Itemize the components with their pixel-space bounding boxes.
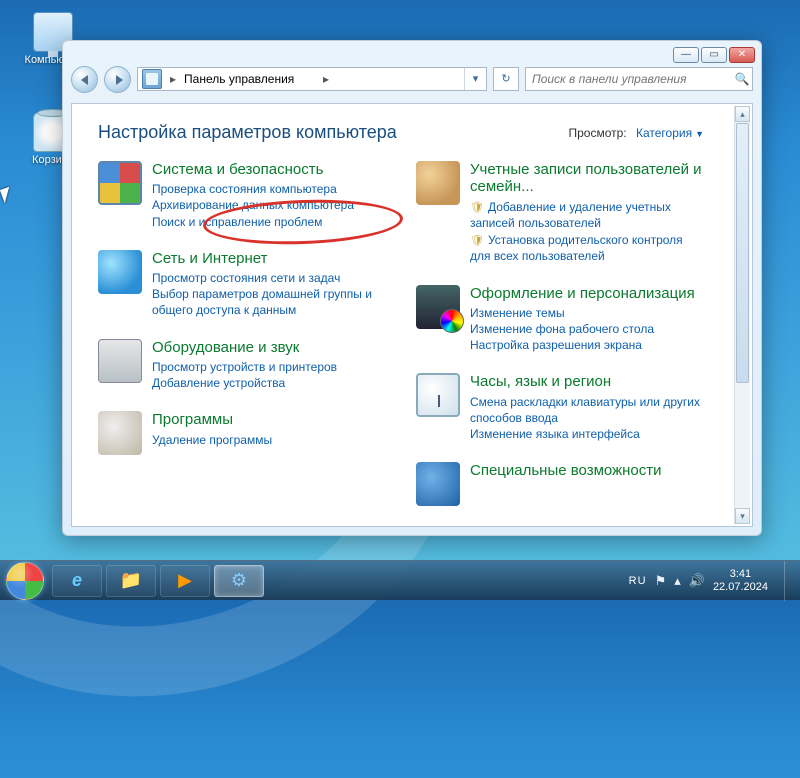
clock-date: 22.07.2024 (713, 581, 768, 593)
category-title[interactable]: Сеть и Интернет (152, 250, 388, 267)
minimize-button[interactable]: — (673, 47, 699, 63)
category-link[interactable]: Просмотр устройств и принтеров (152, 359, 337, 375)
category-column-right: Учетные записи пользователей и семейн...… (416, 161, 706, 506)
folder-icon: 📁 (120, 570, 142, 591)
personalization-icon (416, 285, 460, 329)
system-tray: RU ⚑ ▴ 🔊 3:41 22.07.2024 (629, 561, 794, 601)
address-history-dropdown[interactable]: ▾ (464, 68, 486, 90)
network-globe-icon (98, 250, 142, 294)
category-title[interactable]: Учетные записи пользователей и семейн... (470, 161, 706, 196)
category-network: Сеть и Интернет Просмотр состояния сети … (98, 250, 388, 319)
view-label: Просмотр: (568, 126, 626, 140)
refresh-button[interactable]: ↻ (493, 67, 519, 91)
navigation-bar: ▸ Панель управления ▸ ▾ ↻ 🔍 (71, 63, 753, 95)
page-title: Настройка параметров компьютера (98, 122, 397, 143)
category-link[interactable]: Добавление и удаление учетных записей по… (470, 199, 706, 232)
category-system-security: Система и безопасность Проверка состояни… (98, 161, 388, 230)
play-icon: ▶ (178, 570, 192, 591)
category-accessibility: Специальные возможности (416, 462, 706, 506)
start-button[interactable] (6, 562, 44, 600)
language-indicator[interactable]: RU (629, 575, 647, 587)
category-link[interactable]: Добавление устройства (152, 375, 337, 391)
taskbar-item-ie[interactable]: e (52, 565, 102, 597)
category-link[interactable]: Изменение темы (470, 305, 695, 321)
address-bar[interactable]: ▸ Панель управления ▸ ▾ (137, 67, 487, 91)
scroll-thumb[interactable] (736, 123, 749, 383)
accessibility-icon (416, 462, 460, 506)
tray-expand-icon[interactable]: ▴ (674, 573, 681, 589)
category-link[interactable]: Установка родительского контроля для все… (470, 232, 706, 265)
search-box[interactable]: 🔍 (525, 67, 753, 91)
category-users: Учетные записи пользователей и семейн...… (416, 161, 706, 265)
show-desktop-button[interactable] (784, 561, 794, 601)
category-link[interactable]: Настройка разрешения экрана (470, 337, 695, 353)
category-link[interactable]: Изменение фона рабочего стола (470, 321, 695, 337)
ie-icon: e (72, 570, 82, 591)
category-title[interactable]: Оборудование и звук (152, 339, 337, 356)
clock-icon (416, 373, 460, 417)
category-link[interactable]: Поиск и исправление проблем (152, 214, 354, 230)
vertical-scrollbar[interactable]: ▴ ▾ (734, 106, 750, 524)
category-link[interactable]: Смена раскладки клавиатуры или других сп… (470, 394, 706, 426)
category-clock-language: Часы, язык и регион Смена раскладки клав… (416, 373, 706, 442)
maximize-button[interactable]: ▭ (701, 47, 727, 63)
category-programs: Программы Удаление программы (98, 411, 388, 455)
category-title[interactable]: Программы (152, 411, 272, 428)
view-selector[interactable]: Просмотр: Категория▼ (568, 126, 704, 140)
taskbar-clock[interactable]: 3:41 22.07.2024 (713, 568, 772, 592)
category-title[interactable]: Часы, язык и регион (470, 373, 706, 390)
users-icon (416, 161, 460, 205)
category-title[interactable]: Оформление и персонализация (470, 285, 695, 302)
scroll-down-button[interactable]: ▾ (735, 508, 750, 524)
scroll-up-button[interactable]: ▴ (735, 106, 750, 122)
nav-back-button[interactable] (71, 66, 98, 93)
chevron-down-icon: ▼ (695, 129, 704, 139)
close-button[interactable]: ✕ (729, 47, 755, 63)
category-link[interactable]: Удаление программы (152, 432, 272, 448)
category-column-left: Система и безопасность Проверка состояни… (98, 161, 388, 506)
mouse-cursor (0, 187, 14, 204)
taskbar-items: e 📁 ▶ ⚙ (52, 565, 629, 597)
taskbar: e 📁 ▶ ⚙ RU ⚑ ▴ 🔊 3:41 22.07.2024 (0, 560, 800, 600)
category-appearance: Оформление и персонализация Изменение те… (416, 285, 706, 354)
breadcrumb-root[interactable]: Панель управления (180, 72, 319, 86)
printer-icon (98, 339, 142, 383)
nav-forward-button[interactable] (104, 66, 131, 93)
control-panel-window: — ▭ ✕ ▸ Панель управления ▸ ▾ ↻ 🔍 Настро… (62, 40, 762, 536)
disc-icon (98, 411, 142, 455)
control-panel-icon (142, 69, 162, 89)
search-input[interactable] (526, 72, 732, 86)
category-title[interactable]: Специальные возможности (470, 462, 662, 479)
category-link[interactable]: Проверка состояния компьютера (152, 181, 354, 197)
breadcrumb-separator: ▸ (166, 72, 180, 86)
category-link[interactable]: Архивирование данных компьютера (152, 197, 354, 213)
action-center-icon[interactable]: ⚑ (655, 573, 667, 589)
window-titlebar[interactable]: — ▭ ✕ (63, 41, 761, 63)
category-link[interactable]: Просмотр состояния сети и задач (152, 270, 388, 286)
control-panel-icon: ⚙ (231, 570, 247, 591)
view-value[interactable]: Категория▼ (636, 126, 704, 140)
system-shield-icon (98, 161, 142, 205)
category-hardware: Оборудование и звук Просмотр устройств и… (98, 339, 388, 392)
search-icon[interactable]: 🔍 (732, 72, 752, 86)
category-title[interactable]: Система и безопасность (152, 161, 354, 178)
taskbar-item-explorer[interactable]: 📁 (106, 565, 156, 597)
speaker-icon[interactable]: 🔊 (689, 573, 705, 589)
category-link[interactable]: Выбор параметров домашней группы и общег… (152, 286, 388, 318)
taskbar-item-media-player[interactable]: ▶ (160, 565, 210, 597)
arrow-left-icon (81, 75, 88, 85)
taskbar-item-control-panel[interactable]: ⚙ (214, 565, 264, 597)
category-link[interactable]: Изменение языка интерфейса (470, 426, 706, 442)
arrow-right-icon (116, 75, 123, 85)
content-pane: Настройка параметров компьютера Просмотр… (71, 103, 753, 527)
breadcrumb-separator[interactable]: ▸ (319, 72, 333, 86)
clock-time: 3:41 (713, 568, 768, 580)
